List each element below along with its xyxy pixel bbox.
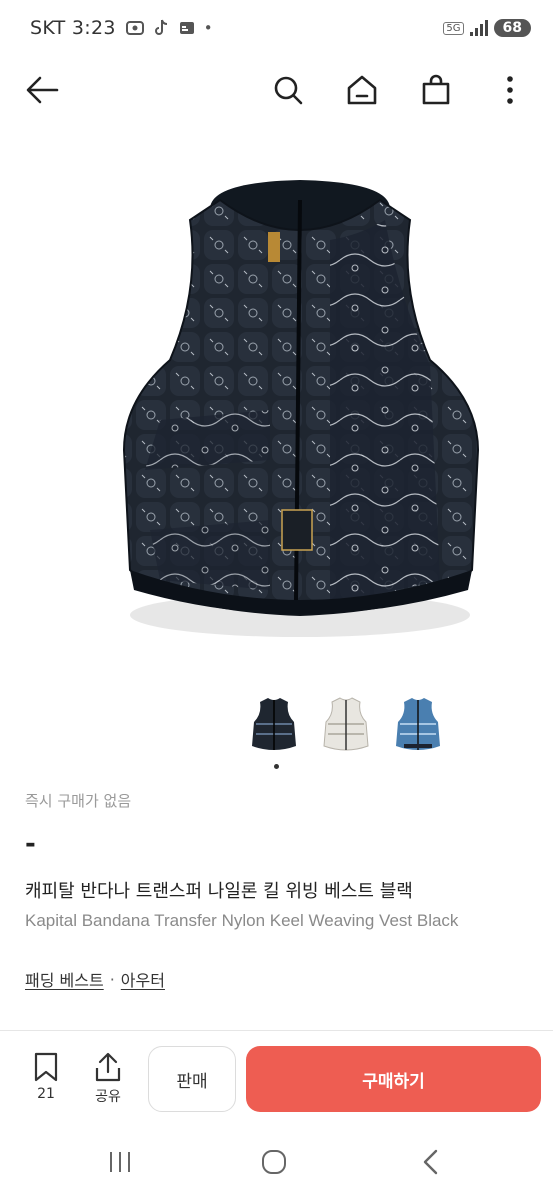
status-left: SKT 3:23 • [30, 17, 213, 39]
vest-black-thumb [252, 698, 296, 750]
category-outer[interactable]: 아우터 [121, 967, 165, 991]
share-label: 공유 [95, 1089, 121, 1105]
clock: 3:23 [71, 17, 116, 39]
home-circle-icon [262, 1150, 286, 1174]
recent-apps-button[interactable] [100, 1147, 140, 1177]
thumbnail-blue[interactable] [392, 692, 444, 756]
bookmark-icon [34, 1052, 58, 1082]
home-icon [347, 75, 377, 105]
buy-button[interactable]: 구매하기 [246, 1046, 541, 1112]
category-padding-vest[interactable]: 패딩 베스트 [25, 967, 104, 991]
top-navigation [0, 60, 553, 120]
image-thumbnails [248, 692, 444, 756]
bookmark-button[interactable]: 21 [26, 1052, 66, 1102]
search-icon [274, 76, 303, 105]
product-image[interactable] [100, 160, 500, 650]
thumbnail-black[interactable] [248, 692, 300, 756]
carrier-time: SKT 3:23 [30, 17, 116, 39]
cart-button[interactable] [416, 70, 456, 110]
back-button[interactable] [22, 70, 62, 110]
status-right: 5G 68 [443, 19, 531, 37]
shopping-bag-icon [422, 74, 450, 105]
battery-indicator: 68 [493, 19, 531, 37]
status-bar: SKT 3:23 • 5G 68 [0, 0, 553, 56]
thumbnail-white[interactable] [320, 692, 372, 756]
share-icon [95, 1052, 121, 1082]
more-vertical-icon [507, 76, 513, 104]
calendar-icon [179, 22, 194, 34]
category-links: 패딩 베스트 · 아우터 [25, 967, 535, 991]
network-type: 5G [443, 21, 464, 35]
product-title-korean: 캐피탈 반다나 트랜스퍼 나일론 킬 위빙 베스트 블랙 [25, 881, 413, 902]
carousel-indicator [274, 764, 279, 769]
home-button[interactable] [342, 70, 382, 110]
vest-white-thumb [323, 697, 369, 751]
more-button[interactable] [490, 70, 530, 110]
bookmark-count: 21 [37, 1086, 55, 1102]
signal-icon [469, 20, 488, 36]
vest-blue-thumb [396, 698, 440, 750]
back-chevron-icon [423, 1149, 438, 1175]
notification-dot-icon: • [203, 19, 213, 37]
search-button[interactable] [268, 70, 308, 110]
recent-apps-icon [110, 1152, 130, 1172]
price: - [25, 829, 36, 859]
instant-buy-status: 즉시 구매가 없음 [25, 792, 132, 810]
share-button[interactable]: 공유 [88, 1052, 128, 1106]
screen-record-icon [125, 21, 144, 35]
divider [0, 1030, 553, 1031]
category-separator: · [109, 969, 115, 989]
product-info: 즉시 구매가 없음 - 캐피탈 반다나 트랜스퍼 나일론 킬 위빙 베스트 블랙… [25, 790, 535, 991]
system-back-button[interactable] [410, 1147, 450, 1177]
tiktok-icon [154, 19, 167, 35]
back-arrow-icon [26, 76, 59, 104]
vest-illustration [122, 180, 480, 637]
system-home-button[interactable] [254, 1147, 294, 1177]
product-title-english: Kapital Bandana Transfer Nylon Keel Weav… [25, 911, 459, 930]
bottom-action-bar: 21 공유 판매 구매하기 [0, 1042, 553, 1118]
system-navigation-bar [0, 1135, 553, 1190]
sell-button[interactable]: 판매 [148, 1046, 236, 1112]
carrier-label: SKT [30, 17, 66, 39]
